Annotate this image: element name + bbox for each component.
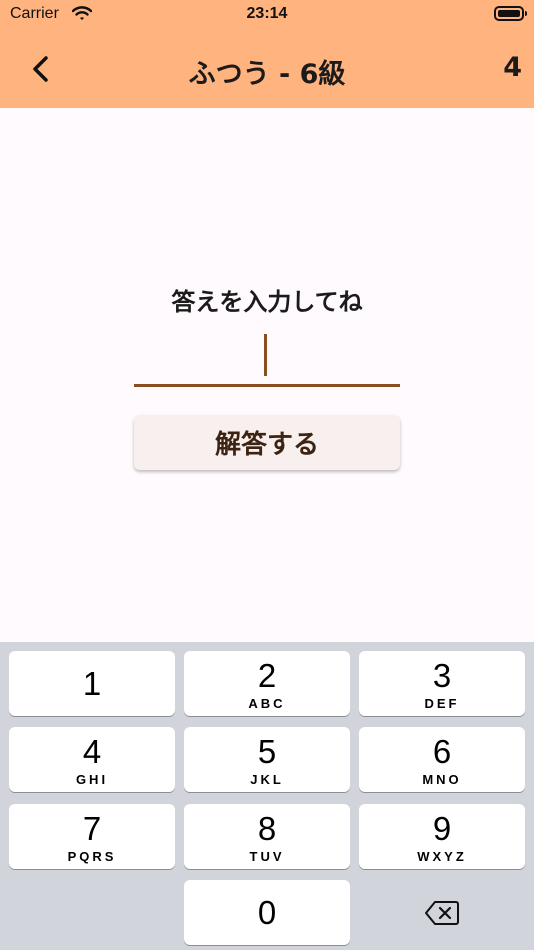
key-letters: TUV bbox=[249, 849, 285, 864]
text-caret bbox=[264, 334, 267, 376]
key-letters: GHI bbox=[75, 772, 109, 787]
answer-prompt: 答えを入力してね bbox=[171, 288, 363, 316]
status-bar: Carrier 23:14 bbox=[0, 0, 534, 30]
key-digit: 6 bbox=[432, 733, 452, 770]
key-digit: 3 bbox=[432, 657, 452, 694]
key-digit: 1 bbox=[82, 665, 102, 702]
key-4[interactable]: 4 GHI bbox=[9, 727, 175, 792]
key-7[interactable]: 7 PQRS bbox=[9, 804, 175, 869]
key-digit: 7 bbox=[82, 810, 102, 847]
delete-key[interactable] bbox=[359, 880, 525, 945]
key-digit: 5 bbox=[257, 733, 277, 770]
key-letters: MNO bbox=[422, 772, 462, 787]
question-count: 4 bbox=[503, 52, 522, 83]
key-3[interactable]: 3 DEF bbox=[359, 651, 525, 716]
key-letters: DEF bbox=[424, 696, 460, 711]
key-6[interactable]: 6 MNO bbox=[359, 727, 525, 792]
key-digit: 8 bbox=[257, 810, 277, 847]
key-digit: 9 bbox=[432, 810, 452, 847]
key-letters: WXYZ bbox=[417, 849, 467, 864]
submit-answer-button[interactable]: 解答する bbox=[134, 415, 400, 470]
key-digit: 4 bbox=[82, 733, 102, 770]
status-time: 23:14 bbox=[246, 5, 288, 22]
key-letters: PQRS bbox=[67, 849, 117, 864]
page-title: ふつう - 6級 bbox=[188, 59, 346, 90]
key-2[interactable]: 2 ABC bbox=[184, 651, 350, 716]
nav-bar: ふつう - 6級 4 bbox=[0, 30, 534, 108]
answer-input[interactable] bbox=[134, 330, 400, 387]
backspace-icon bbox=[425, 900, 459, 925]
key-letters: ABC bbox=[248, 696, 286, 711]
key-digit: 0 bbox=[257, 894, 277, 931]
key-digit: 2 bbox=[257, 657, 277, 694]
key-letters: JKL bbox=[250, 772, 284, 787]
key-5[interactable]: 5 JKL bbox=[184, 727, 350, 792]
key-8[interactable]: 8 TUV bbox=[184, 804, 350, 869]
key-9[interactable]: 9 WXYZ bbox=[359, 804, 525, 869]
key-0[interactable]: 0 bbox=[184, 880, 350, 945]
key-1[interactable]: 1 bbox=[9, 651, 175, 716]
battery-icon bbox=[494, 6, 527, 21]
